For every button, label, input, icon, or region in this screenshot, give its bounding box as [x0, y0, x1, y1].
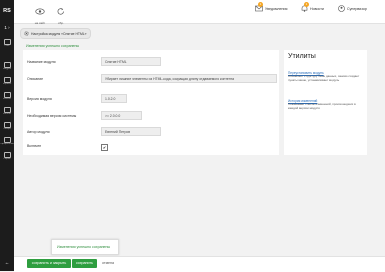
- user-menu[interactable]: Супервизор: [338, 5, 367, 12]
- notifications-badge: 1: [258, 2, 263, 7]
- collapse-sidebar-button[interactable]: ←: [0, 258, 14, 268]
- notifications-button[interactable]: 1 Уведомления: [255, 2, 287, 12]
- toast-message: Изменения успешно сохранены: [57, 245, 111, 249]
- gear-icon: [24, 31, 29, 36]
- sidebar-item-cart[interactable]: Корзина: [0, 75, 14, 89]
- sidebar-item-label: Контент: [2, 113, 12, 115]
- utilities-title: Утилиты: [288, 53, 316, 60]
- changelog-description: Показывает список изменений, произошедши…: [288, 102, 356, 110]
- sidebar-item-modules[interactable]: Модули: [0, 60, 14, 74]
- field-label: Автор модуля: [27, 130, 50, 134]
- sidebar-item-design[interactable]: Оформление: [0, 135, 14, 149]
- news-button[interactable]: 1 Новости: [301, 2, 324, 12]
- module-version-field[interactable]: 1.0.2.0: [101, 94, 127, 103]
- view-site-button[interactable]: на сайт: [32, 2, 48, 25]
- module-settings-form: Название модуля Снятие HTML Описание Уби…: [23, 50, 279, 155]
- sidebar-item-label: Сайт: [4, 45, 10, 47]
- sidebar-item-label: Каталог: [3, 98, 11, 100]
- bottom-action-bar: сохранить и закрыть сохранить отмена: [14, 256, 385, 272]
- save-button[interactable]: сохранить: [72, 259, 97, 268]
- logo[interactable]: RS: [0, 0, 14, 22]
- topbar: на сайт сбр. 1 Уведомления 1 Новости Суп…: [14, 0, 385, 25]
- refresh-button[interactable]: сбр.: [54, 2, 68, 25]
- sidebar-item-catalog[interactable]: Каталог: [0, 90, 14, 104]
- sidebar-item-service[interactable]: Сервис: [0, 150, 14, 164]
- field-label: Название модуля: [27, 60, 56, 64]
- sidebar-item-label: Сервис: [3, 158, 11, 160]
- sidebar: RS 1 › Сайт Модули Корзина Каталог Конте…: [0, 0, 14, 271]
- field-label: Версия модуля: [27, 97, 52, 101]
- field-label: Необходимая версия системы: [27, 114, 77, 118]
- save-and-close-button[interactable]: сохранить и закрыть: [27, 259, 71, 268]
- toast-notification: Изменения успешно сохранены: [51, 239, 119, 255]
- user-icon: [338, 5, 345, 12]
- sidebar-item-label: Товары: [3, 128, 11, 130]
- enabled-checkbox[interactable]: ✔: [101, 143, 108, 151]
- success-message: Изменения успешно сохранены: [26, 44, 80, 48]
- module-author-field[interactable]: Евгений Петров: [101, 127, 161, 136]
- field-label: Описание: [27, 77, 44, 81]
- cancel-button[interactable]: отмена: [102, 259, 114, 268]
- module-description-field[interactable]: Убирает лишние элементы из HTML-кода, со…: [101, 74, 277, 83]
- site-switcher[interactable]: 1 ›: [0, 23, 14, 32]
- refresh-icon: [57, 8, 64, 15]
- utilities-panel: Утилиты Переустановить модуль Обновляет …: [284, 50, 367, 155]
- module-settings-chip[interactable]: Настройка модуля «Снятие HTML»: [20, 28, 91, 39]
- sidebar-item-label: Модули: [3, 68, 11, 70]
- news-badge: 1: [304, 2, 309, 7]
- eye-icon: [35, 8, 45, 15]
- sidebar-item-site[interactable]: Сайт: [0, 37, 14, 51]
- sidebar-item-label: Оформление: [0, 143, 14, 145]
- field-label: Включен: [27, 144, 42, 148]
- sidebar-item-content[interactable]: Контент: [0, 105, 14, 119]
- reinstall-module-description: Обновляет структуру базы данных, заново …: [288, 74, 360, 82]
- module-name-field[interactable]: Снятие HTML: [101, 57, 161, 66]
- sidebar-item-label: Корзина: [2, 83, 12, 85]
- system-version-field[interactable]: >= 2.0.0.0: [101, 111, 142, 120]
- sidebar-item-products[interactable]: Товары: [0, 120, 14, 134]
